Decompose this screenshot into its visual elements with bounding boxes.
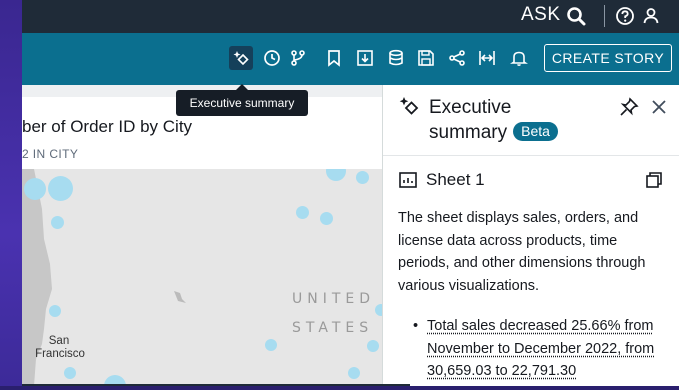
fit-width-icon[interactable] (475, 46, 499, 70)
ask-label[interactable]: ASK (521, 4, 561, 26)
user-icon[interactable] (640, 5, 662, 27)
map-data-point[interactable] (51, 216, 64, 229)
executive-summary-icon (398, 95, 420, 117)
search-icon[interactable] (565, 5, 587, 27)
history-icon[interactable] (260, 46, 284, 70)
map-city-label: Francisco (35, 348, 85, 360)
map-country-label: STATES (292, 320, 374, 336)
help-icon[interactable] (614, 5, 636, 27)
sheet-label: Sheet 1 (426, 170, 485, 189)
dataset-icon[interactable] (384, 46, 408, 70)
visual-title: ber of Order ID by City (22, 117, 193, 136)
sheet-icon (399, 172, 417, 188)
map-data-point[interactable] (49, 305, 61, 317)
download-icon[interactable] (353, 46, 377, 70)
panel-divider (383, 155, 679, 156)
share-icon[interactable] (445, 46, 469, 70)
map-data-point[interactable] (320, 212, 333, 225)
panel-title: Executive summary Beta (429, 95, 558, 145)
bookmark-icon[interactable] (322, 46, 346, 70)
map-data-point[interactable] (296, 206, 309, 219)
create-story-button[interactable]: CREATE STORY (544, 44, 672, 72)
topbar-divider (604, 5, 605, 27)
visual-subtitle: 2 IN CITY (22, 147, 79, 161)
map-data-point[interactable] (64, 367, 76, 379)
summary-bullet-text[interactable]: Total sales decreased 25.66% from Novemb… (427, 318, 654, 379)
analysis-toolbar: CREATE STORY (22, 33, 679, 85)
map-area[interactable]: UNITED STATES San Francisco (22, 169, 382, 386)
pin-icon[interactable] (619, 97, 639, 117)
top-navigation-bar: ASK (22, 0, 679, 33)
summary-text: The sheet displays sales, orders, and li… (398, 210, 646, 294)
copy-icon[interactable] (645, 171, 663, 189)
background-frame-bottom (0, 386, 679, 390)
bell-icon[interactable] (507, 46, 531, 70)
map-city-label: San (48, 335, 70, 347)
executive-summary-panel: Executive summary Beta Sheet 1 The sheet … (382, 85, 679, 386)
map-data-point[interactable] (48, 176, 73, 201)
background-frame-left (0, 0, 22, 390)
executive-summary-tooltip: Executive summary (176, 90, 308, 116)
map-data-point[interactable] (265, 339, 277, 351)
map-data-point[interactable] (367, 340, 379, 352)
close-icon[interactable] (649, 97, 669, 117)
map-data-point[interactable] (24, 178, 46, 200)
panel-title-line2: summary (429, 122, 508, 143)
save-icon[interactable] (414, 46, 438, 70)
summary-bullet: Total sales decreased 25.66% from Novemb… (413, 315, 667, 383)
panel-title-line1: Executive (429, 97, 512, 118)
map-data-point[interactable] (348, 367, 360, 379)
beta-badge: Beta (513, 122, 558, 141)
map-visual[interactable]: ber of Order ID by City 2 IN CITY UNITED… (22, 97, 382, 386)
map-data-point[interactable] (375, 304, 382, 316)
map-country-label: UNITED (292, 291, 376, 307)
branch-icon[interactable] (286, 46, 310, 70)
executive-summary-icon[interactable] (229, 46, 253, 70)
map-data-point[interactable] (356, 171, 369, 184)
